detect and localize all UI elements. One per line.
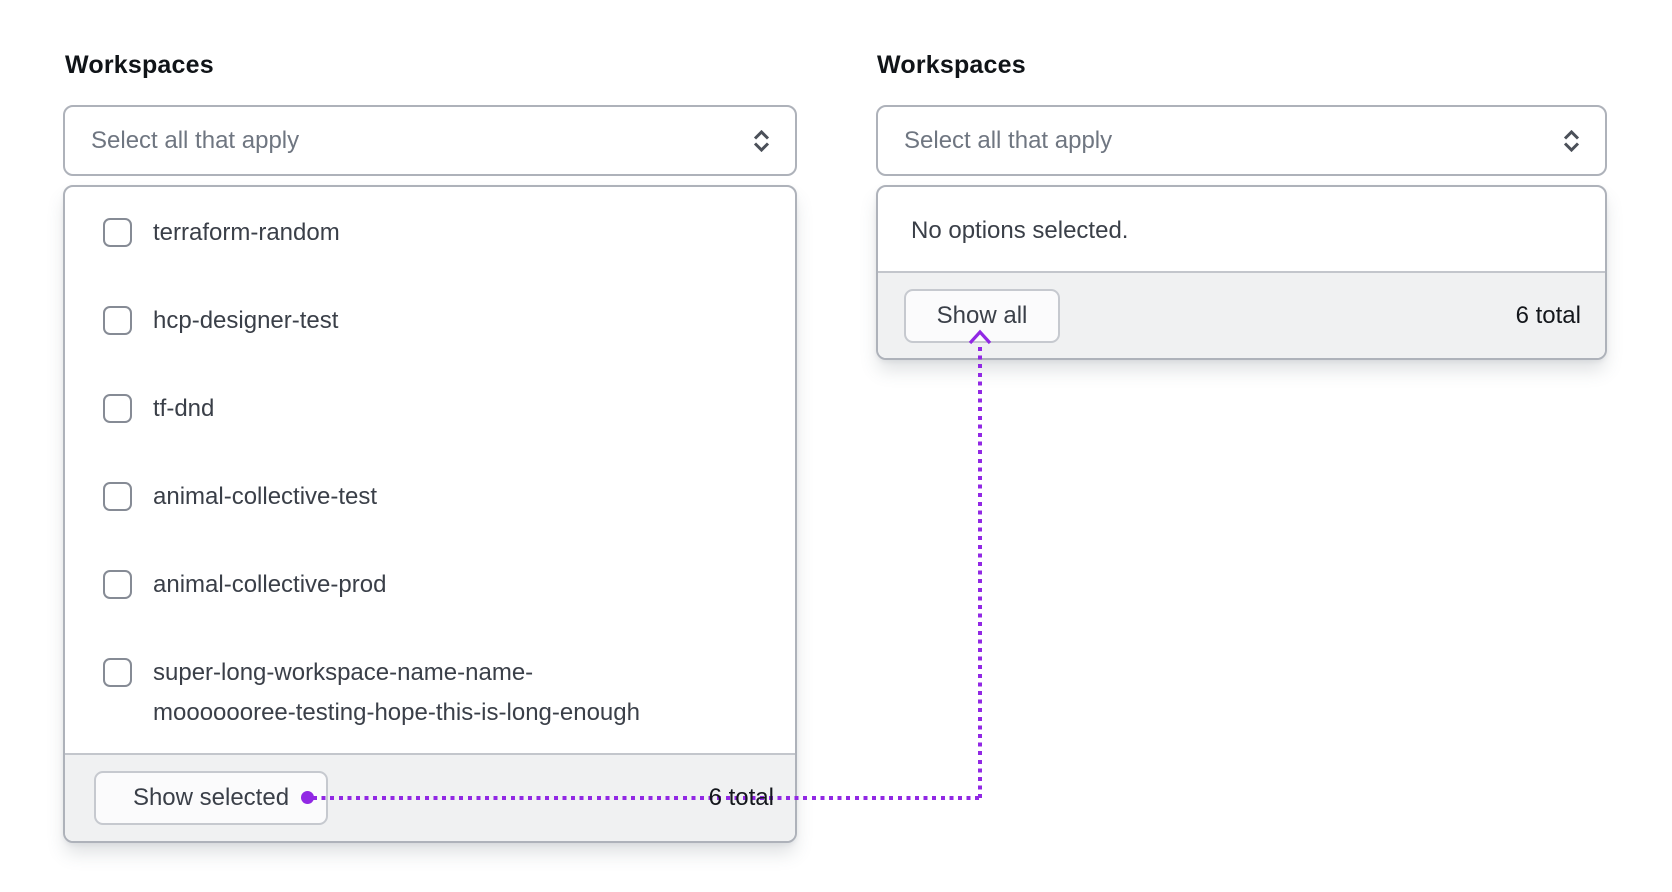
option-label-line1: super-long-workspace-name-name- (153, 659, 534, 686)
option-label-line2: mooooooree-testing-hope-this-is-long-eno… (153, 699, 640, 726)
left-select-placeholder: Select all that apply (91, 126, 300, 154)
checkbox[interactable] (103, 306, 132, 335)
option-label: terraform-random (153, 219, 340, 246)
option-label: super-long-workspace-name-name- moooooor… (153, 653, 640, 733)
left-workspaces-select[interactable]: Select all that apply (63, 105, 797, 176)
left-dropdown-panel: terraform-random hcp-designer-test tf-dn… (63, 185, 797, 843)
option-label: animal-collective-prod (153, 571, 387, 598)
workspace-option[interactable]: hcp-designer-test (103, 301, 759, 341)
checkbox[interactable] (103, 394, 132, 423)
empty-state-message: No options selected. (911, 217, 1129, 244)
right-workspaces-select[interactable]: Select all that apply (876, 105, 1607, 176)
connector-dotted-line-vertical (978, 347, 982, 800)
connector-arrowhead-icon (968, 329, 992, 345)
checkbox[interactable] (103, 482, 132, 511)
left-total-count: 6 total (708, 784, 774, 811)
connector-dotted-line-horizontal (313, 796, 982, 800)
connector-anchor-dot (301, 791, 314, 804)
workspace-option-list: terraform-random hcp-designer-test tf-dn… (65, 187, 795, 753)
chevron-up-down-icon (1563, 129, 1580, 152)
right-total-count: 6 total (1515, 301, 1581, 329)
checkbox[interactable] (103, 570, 132, 599)
screenshot-canvas: Workspaces Select all that apply terrafo… (0, 0, 1672, 892)
empty-state-row: No options selected. (878, 187, 1605, 275)
right-workspaces-label: Workspaces (877, 51, 1026, 79)
chevron-up-down-icon (753, 129, 770, 152)
workspace-option[interactable]: animal-collective-test (103, 477, 759, 517)
workspace-option[interactable]: tf-dnd (103, 389, 759, 429)
option-label: tf-dnd (153, 395, 215, 422)
workspace-option[interactable]: terraform-random (103, 213, 759, 253)
workspace-option[interactable]: super-long-workspace-name-name- moooooor… (103, 653, 759, 733)
show-selected-button[interactable]: Show selected (94, 771, 328, 825)
checkbox[interactable] (103, 658, 132, 687)
right-select-placeholder: Select all that apply (904, 126, 1113, 154)
checkbox[interactable] (103, 218, 132, 247)
option-label: hcp-designer-test (153, 307, 339, 334)
left-workspaces-label: Workspaces (65, 51, 214, 79)
workspace-option[interactable]: animal-collective-prod (103, 565, 759, 605)
option-label: animal-collective-test (153, 483, 378, 510)
